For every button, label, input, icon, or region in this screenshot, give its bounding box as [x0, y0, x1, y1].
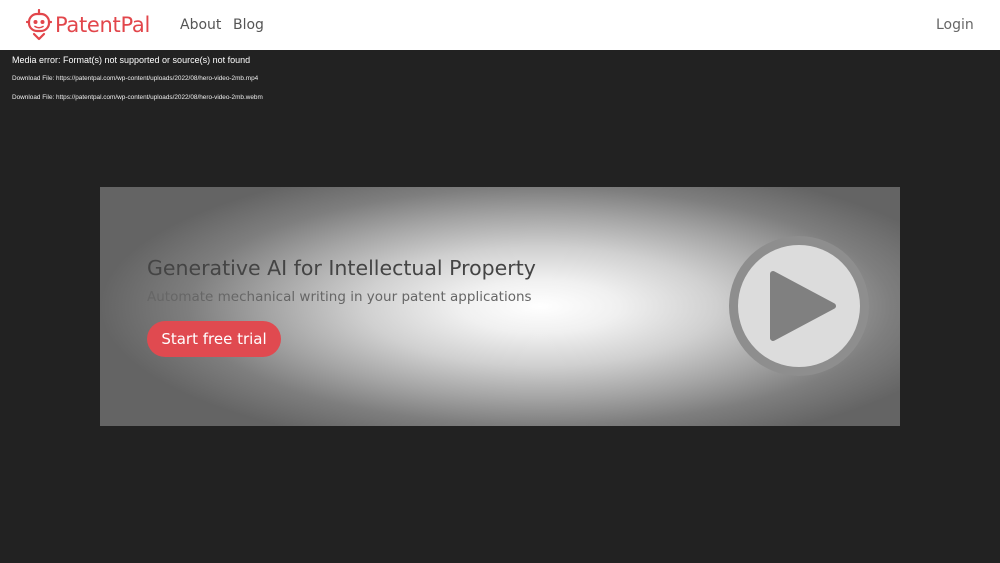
- robot-logo-icon: [26, 9, 52, 41]
- download-mp4-link[interactable]: Download File: https://patentpal.com/wp-…: [12, 74, 258, 83]
- download-webm-link[interactable]: Download File: https://patentpal.com/wp-…: [12, 93, 263, 102]
- logo-link[interactable]: PatentPal: [26, 9, 150, 41]
- media-error-message: Media error: Format(s) not supported or …: [12, 54, 250, 66]
- play-icon: [729, 236, 869, 376]
- login-link[interactable]: Login: [936, 16, 974, 34]
- nav-blog-link[interactable]: Blog: [233, 16, 264, 34]
- hero-title: Generative AI for Intellectual Property: [147, 255, 536, 281]
- logo-text: PatentPal: [55, 13, 150, 37]
- hero-subtitle: Automate mechanical writing in your pate…: [147, 288, 532, 306]
- hero-banner: Generative AI for Intellectual Property …: [100, 187, 900, 426]
- nav-about-link[interactable]: About: [180, 16, 221, 34]
- start-free-trial-button[interactable]: Start free trial: [147, 321, 281, 357]
- top-navbar: PatentPal About Blog Login: [0, 0, 1000, 50]
- video-play-button[interactable]: [729, 236, 869, 376]
